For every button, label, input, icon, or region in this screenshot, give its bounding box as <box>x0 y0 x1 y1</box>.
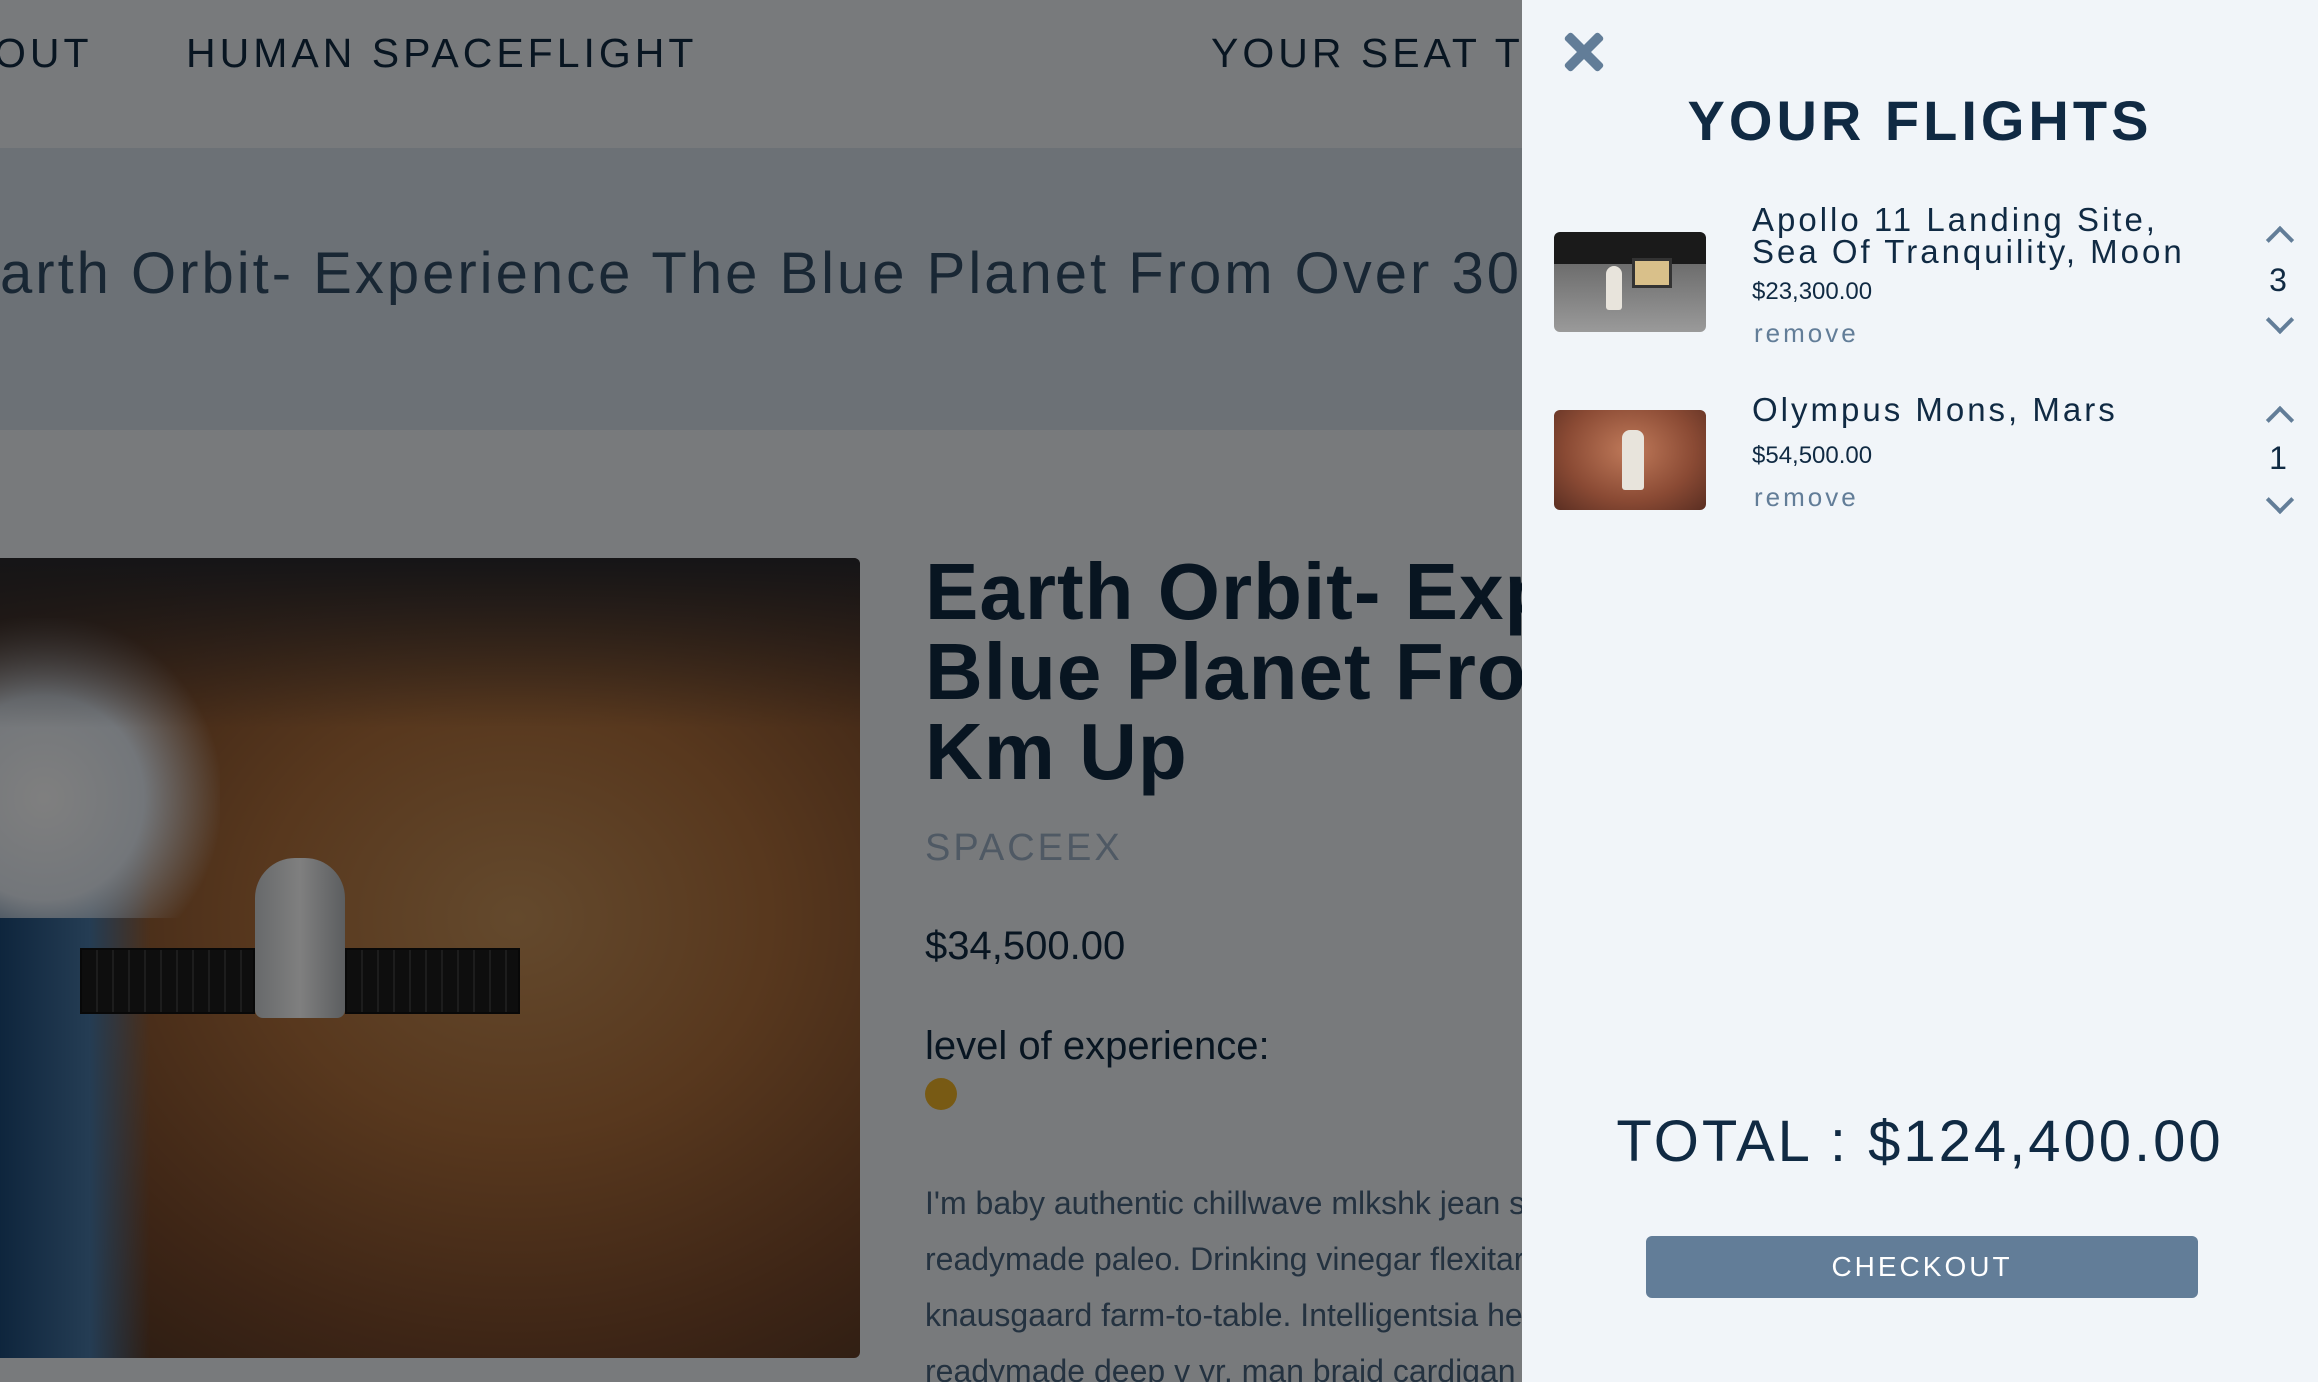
cart-item: Olympus Mons, Mars $54,500.00 remove 1 <box>1554 380 2287 540</box>
checkout-button[interactable]: CHECKOUT <box>1646 1236 2198 1298</box>
cart-item-price: $23,300.00 <box>1752 278 1873 305</box>
item-quantity: 1 <box>2269 440 2287 476</box>
cart-sidebar: YOUR FLIGHTS Apollo 11 Landing Site, Sea… <box>1522 0 2318 1382</box>
cart-title: YOUR FLIGHTS <box>1687 89 2153 152</box>
chevron-down-icon[interactable] <box>2266 492 2290 516</box>
cart-total: TOTAL : $124,400.00 <box>1616 1109 2224 1174</box>
cart-item-name: Olympus Mons, Mars <box>1752 391 2118 428</box>
remove-button[interactable]: remove <box>1754 482 1859 513</box>
chevron-down-icon[interactable] <box>2266 312 2290 336</box>
cart-item-name: Apollo 11 Landing Site, Sea Of Tranquili… <box>1752 201 2185 270</box>
cart-item: Apollo 11 Landing Site, Sea Of Tranquili… <box>1554 200 2287 360</box>
cart-item-thumbnail <box>1554 410 1706 510</box>
chevron-up-icon[interactable] <box>2266 222 2290 246</box>
item-quantity: 3 <box>2269 262 2287 298</box>
remove-button[interactable]: remove <box>1754 318 1859 349</box>
close-icon[interactable] <box>1556 24 1612 80</box>
cart-item-price: $54,500.00 <box>1752 442 1873 469</box>
chevron-up-icon[interactable] <box>2266 402 2290 426</box>
cart-item-thumbnail <box>1554 232 1706 332</box>
